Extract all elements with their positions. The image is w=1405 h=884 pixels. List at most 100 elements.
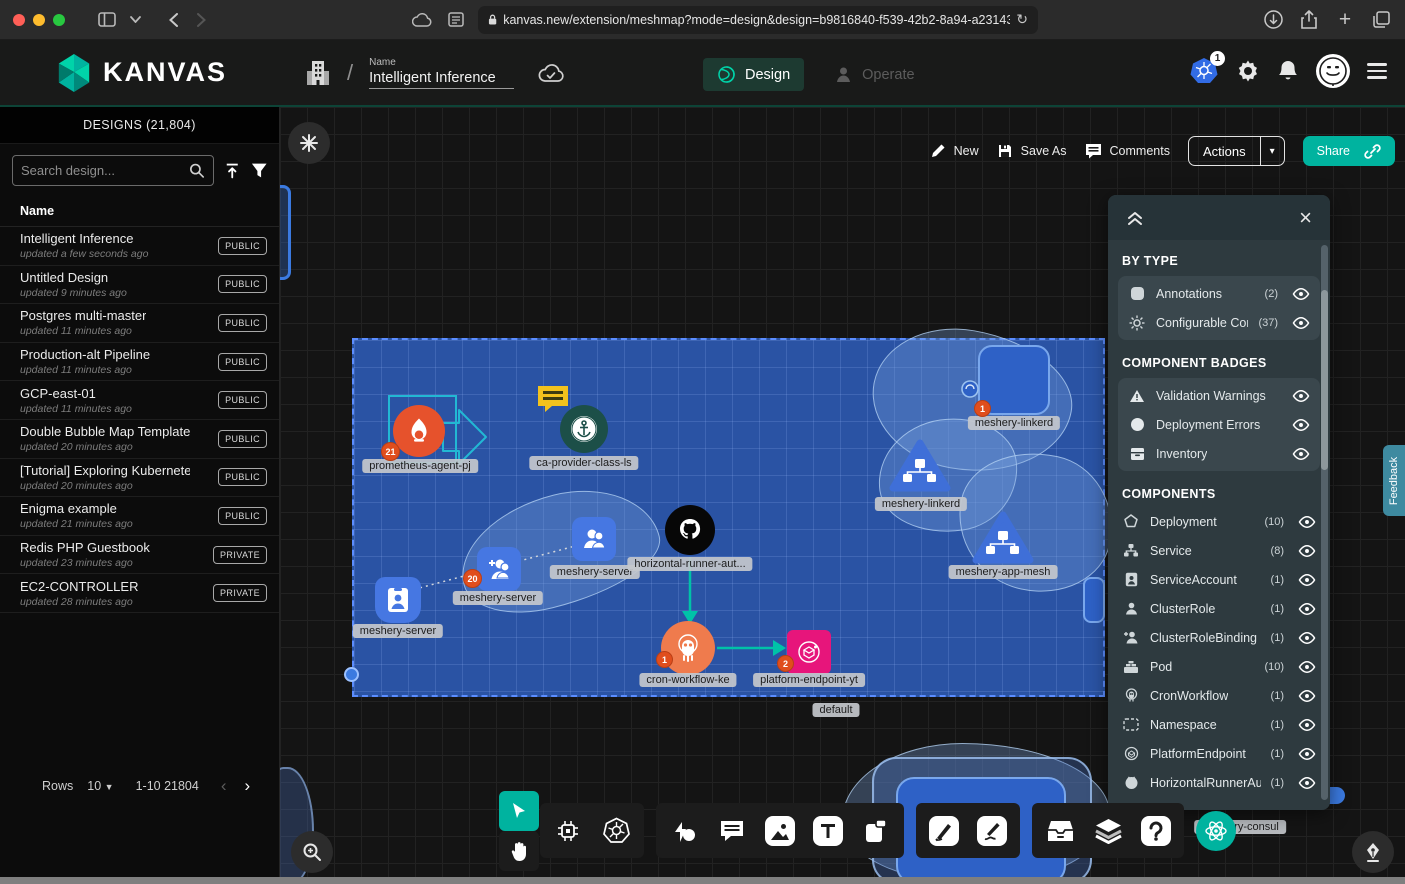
comment-tool[interactable] (714, 813, 750, 849)
rows-per-page-select[interactable]: 10 ▼ (87, 779, 113, 793)
node-label[interactable]: prometheus-agent-pj (362, 459, 478, 473)
component-item-pod[interactable]: Pod (10) (1112, 652, 1326, 681)
design-list-item[interactable]: Enigma example updated 21 minutes ago PU… (0, 497, 279, 536)
design-list-item[interactable]: GCP-east-01 updated 11 minutes ago PUBLI… (0, 381, 279, 420)
downloads-icon[interactable] (1259, 6, 1287, 34)
organization-icon[interactable] (305, 59, 331, 87)
search-design-input[interactable] (21, 163, 189, 178)
close-icon[interactable]: × (1299, 207, 1312, 229)
design-list-item[interactable]: Redis PHP Guestbook updated 23 minutes a… (0, 536, 279, 575)
design-list-item[interactable]: Intelligent Inference updated a few seco… (0, 227, 279, 266)
sidebar-toggle-icon[interactable] (93, 6, 121, 34)
import-design-icon[interactable] (224, 162, 241, 180)
node-clusterrole[interactable] (572, 517, 616, 561)
node-linkerd-service[interactable] (889, 439, 951, 493)
layer-item-configurable-components[interactable]: Configurable Components (37) (1118, 308, 1320, 337)
window-close-button[interactable] (13, 14, 25, 26)
save-as-button[interactable]: Save As (997, 143, 1067, 159)
design-list-item[interactable]: Postgres multi-master updated 11 minutes… (0, 304, 279, 343)
panel-scrollbar-thumb[interactable] (1321, 290, 1328, 470)
component-item-namespace[interactable]: Namespace (1) (1112, 710, 1326, 739)
note-tool[interactable] (858, 813, 894, 849)
eye-icon[interactable] (1292, 418, 1310, 432)
tab-design[interactable]: Design (703, 58, 804, 91)
design-list-item[interactable]: [Tutorial] Exploring Kubernetes Pod upda… (0, 459, 279, 498)
meshery-button[interactable] (1196, 811, 1236, 851)
window-minimize-button[interactable] (33, 14, 45, 26)
tab-overview-icon[interactable] (1367, 6, 1395, 34)
eye-icon[interactable] (1298, 747, 1316, 761)
eye-icon[interactable] (1298, 544, 1316, 558)
badge-item-deployment-errors[interactable]: Deployment Errors (1118, 410, 1320, 439)
layer-item-annotations[interactable]: Annotations (2) (1118, 279, 1320, 308)
designs-column-header[interactable]: Name (0, 192, 279, 227)
component-item-service[interactable]: Service (8) (1112, 536, 1326, 565)
actions-caret-button[interactable]: ▾ (1260, 137, 1284, 165)
image-tool[interactable] (762, 813, 798, 849)
node-label[interactable]: meshery-app-mesh (949, 565, 1058, 579)
hamburger-menu-icon[interactable] (1367, 63, 1387, 79)
prev-page-button[interactable]: ‹ (221, 776, 227, 796)
forward-button[interactable] (187, 6, 215, 34)
next-page-button[interactable]: › (245, 776, 251, 796)
design-list-item[interactable]: Double Bubble Map Template-copy updated … (0, 420, 279, 459)
node-serviceaccount[interactable] (375, 577, 421, 623)
select-tool-button[interactable] (499, 791, 539, 831)
node-label[interactable]: meshery-server (353, 624, 443, 638)
node-cron-workflow[interactable] (661, 621, 715, 675)
user-avatar[interactable] (1316, 54, 1350, 88)
pan-tool-button[interactable] (499, 831, 539, 871)
kubernetes-tool[interactable] (598, 813, 634, 849)
node-label[interactable]: meshery-linkerd (875, 497, 967, 511)
pen-ruler-tool[interactable] (926, 813, 962, 849)
whiteboarding-pen-button[interactable] (1352, 831, 1394, 873)
design-list-item[interactable]: EC2-CONTROLLER updated 28 minutes ago PR… (0, 574, 279, 613)
feedback-tab[interactable]: Feedback (1383, 445, 1405, 516)
pencil-tool[interactable] (974, 813, 1010, 849)
node-clusterrolebinding[interactable] (477, 547, 521, 591)
namespace-label-default[interactable]: default (812, 703, 859, 717)
design-name-input[interactable] (369, 68, 514, 89)
node-platform-endpoint[interactable] (787, 630, 831, 674)
address-bar[interactable]: kanvas.new/extension/meshmap?mode=design… (478, 6, 1038, 34)
node-prometheus[interactable] (393, 405, 445, 457)
eye-icon[interactable] (1298, 631, 1316, 645)
kubernetes-context-button[interactable]: 1 (1189, 56, 1219, 86)
eye-icon[interactable] (1298, 718, 1316, 732)
node-label[interactable]: ca-provider-class-ls (529, 456, 638, 470)
shapes-tool[interactable] (666, 813, 702, 849)
eye-icon[interactable] (1292, 389, 1310, 403)
node-label[interactable]: horizontal-runner-aut... (627, 557, 752, 571)
settings-gear-icon[interactable] (1236, 59, 1260, 83)
eye-icon[interactable] (1298, 515, 1316, 529)
tab-operate[interactable]: Operate (820, 58, 928, 91)
design-list-item[interactable]: Untitled Design updated 9 minutes ago PU… (0, 266, 279, 305)
node-label[interactable]: platform-endpoint-yt (753, 673, 865, 687)
node-horizontal-runner[interactable] (665, 505, 715, 555)
node-label[interactable]: meshery-linkerd (968, 416, 1060, 430)
window-zoom-button[interactable] (53, 14, 65, 26)
design-list-item[interactable]: Production-alt Pipeline updated 11 minut… (0, 343, 279, 382)
new-tab-icon[interactable]: + (1331, 6, 1359, 34)
filter-icon[interactable] (251, 162, 268, 179)
component-item-platformendpoint[interactable]: PlatformEndpoint (1) (1112, 739, 1326, 768)
selection-resize-handle[interactable] (344, 667, 359, 682)
search-design-input-wrap[interactable] (12, 155, 214, 186)
component-item-serviceaccount[interactable]: ServiceAccount (1) (1112, 565, 1326, 594)
layers-tool[interactable] (1090, 813, 1126, 849)
eye-icon[interactable] (1292, 447, 1310, 461)
zoom-in-button[interactable] (291, 831, 333, 873)
icloud-tab-icon[interactable] (408, 6, 436, 34)
eye-icon[interactable] (1298, 573, 1316, 587)
horizontal-scrollbar[interactable] (0, 877, 1405, 884)
kanvas-logo[interactable]: KANVAS (55, 53, 227, 93)
component-shapes-tool[interactable] (550, 813, 586, 849)
back-button[interactable] (159, 6, 187, 34)
eye-icon[interactable] (1298, 602, 1316, 616)
badge-item-inventory[interactable]: Inventory (1118, 439, 1320, 468)
node-label[interactable]: meshery-server (453, 591, 543, 605)
comments-button[interactable]: Comments (1085, 143, 1170, 159)
eye-icon[interactable] (1298, 660, 1316, 674)
notifications-bell-icon[interactable] (1277, 59, 1299, 83)
drawer-tool[interactable] (1042, 813, 1078, 849)
